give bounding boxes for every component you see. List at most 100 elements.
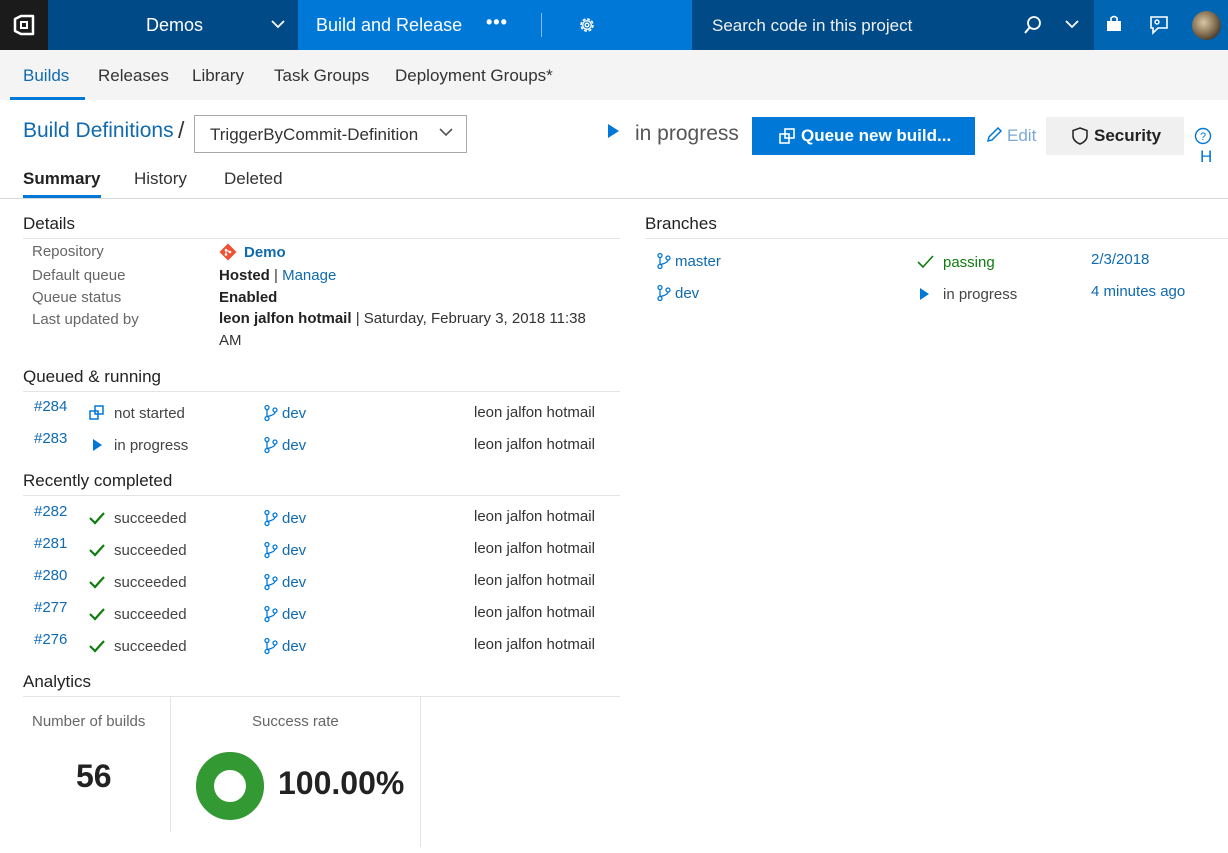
security-button[interactable]: Security (1046, 117, 1184, 155)
branch-build-time-link[interactable]: 2/3/2018 (1091, 251, 1149, 268)
tab-releases[interactable]: Releases (98, 66, 169, 86)
branch-link[interactable]: dev (263, 541, 306, 559)
repository-value: Demo (219, 243, 286, 261)
hub-group: Build and Release ••• (298, 0, 692, 50)
queue-new-build-label: Queue new build... (801, 126, 952, 145)
build-status: succeeded (88, 637, 187, 655)
branch-link[interactable]: dev (263, 605, 306, 623)
search-icon[interactable] (1022, 14, 1044, 36)
search-box[interactable]: Search code in this project (692, 0, 1094, 50)
queued-running-heading: Queued & running (23, 367, 161, 386)
tab-task-groups[interactable]: Task Groups (274, 66, 369, 86)
branch-status-text: passing (943, 253, 995, 271)
feedback-icon[interactable] (1148, 14, 1170, 36)
search-input[interactable]: Search code in this project (712, 16, 912, 36)
tab-deployment-groups[interactable]: Deployment Groups* (395, 66, 553, 86)
build-number-link[interactable]: #282 (34, 503, 67, 520)
requested-by: leon jalfon hotmail (474, 540, 595, 557)
play-icon (608, 124, 619, 138)
branch-icon (264, 404, 278, 422)
build-number-link[interactable]: #277 (34, 599, 67, 616)
build-status-text: in progress (114, 436, 189, 454)
queue-new-build-button[interactable]: Queue new build... (752, 117, 975, 155)
tab-library[interactable]: Library (192, 66, 244, 86)
user-avatar[interactable] (1192, 11, 1221, 40)
success-rate-value: 100.00% (278, 765, 405, 801)
checkmark-icon (89, 512, 105, 525)
build-number-link[interactable]: #281 (34, 535, 67, 552)
repository-link[interactable]: Demo (244, 244, 286, 261)
project-name: Demos (146, 15, 204, 35)
pencil-icon (986, 126, 1003, 143)
default-queue-name: Hosted (219, 267, 270, 284)
build-status-text: succeeded (114, 573, 187, 591)
branch-link[interactable]: dev (263, 509, 306, 527)
checkmark-icon (917, 255, 934, 269)
queue-status-value: Enabled (219, 289, 278, 306)
breadcrumb-build-definitions[interactable]: Build Definitions (23, 119, 174, 143)
queue-build-icon (779, 128, 795, 144)
default-queue-label: Default queue (32, 267, 126, 284)
branch-link[interactable]: dev (263, 404, 306, 422)
branch-status-text: in progress (943, 285, 1018, 303)
divider (170, 697, 171, 832)
build-number-link[interactable]: #276 (34, 631, 67, 648)
branch-name: dev (282, 509, 307, 527)
branches-heading: Branches (645, 214, 717, 233)
build-status-text: in progress (635, 122, 739, 145)
chevron-down-icon (271, 20, 285, 29)
hub-title[interactable]: Build and Release (316, 15, 462, 36)
queue-status-label: Queue status (32, 289, 122, 306)
branch-name: dev (675, 284, 700, 302)
success-rate-label: Success rate (252, 713, 339, 730)
analytics-heading: Analytics (23, 672, 92, 691)
definition-selector[interactable]: TriggerByCommit-Definition (194, 115, 467, 153)
checkmark-icon (89, 608, 105, 621)
branch-status: in progress (916, 285, 1017, 303)
branch-link[interactable]: master (656, 252, 721, 270)
divider (23, 238, 620, 239)
more-menu-button[interactable]: ••• (486, 12, 508, 33)
requested-by: leon jalfon hotmail (474, 508, 595, 525)
default-queue-value: Hosted | Manage (219, 267, 336, 284)
project-selector[interactable]: Demos (48, 0, 298, 50)
build-status: succeeded (88, 541, 187, 559)
help-button[interactable]: ? H (1194, 127, 1228, 167)
build-status: succeeded (88, 509, 187, 527)
recently-completed-heading: Recently completed (23, 471, 173, 490)
divider (645, 238, 1228, 239)
gear-icon[interactable] (577, 15, 597, 35)
tab-history[interactable]: History (134, 169, 187, 189)
top-bar: Demos Build and Release ••• Search code … (0, 0, 1228, 50)
manage-link[interactable]: Manage (282, 267, 336, 284)
branch-icon (657, 252, 671, 270)
chevron-down-icon[interactable] (1064, 18, 1080, 30)
build-status-text: succeeded (114, 509, 187, 527)
branch-build-time-link[interactable]: 4 minutes ago (1091, 283, 1185, 300)
number-of-builds-label: Number of builds (32, 713, 146, 730)
tab-deleted[interactable]: Deleted (224, 169, 283, 189)
build-number-link[interactable]: #284 (34, 398, 67, 415)
divider (541, 13, 542, 37)
chevron-down-icon (439, 128, 453, 137)
last-updated-user: leon jalfon hotmail (219, 310, 352, 327)
donut-success-arc (196, 752, 264, 820)
branch-link[interactable]: dev (263, 436, 306, 454)
branch-link[interactable]: dev (656, 284, 699, 302)
edit-button[interactable]: Edit (985, 126, 1036, 146)
last-updated-value: leon jalfon hotmail | Saturday, February… (219, 308, 614, 352)
branch-link[interactable]: dev (263, 573, 306, 591)
repository-label: Repository (32, 243, 104, 260)
marketplace-bag-icon[interactable] (1104, 14, 1124, 34)
branch-link[interactable]: dev (263, 637, 306, 655)
build-number-link[interactable]: #280 (34, 567, 67, 584)
tab-builds[interactable]: Builds (23, 66, 69, 86)
checkmark-icon (89, 640, 105, 653)
branch-icon (264, 436, 278, 454)
build-status: succeeded (88, 573, 187, 591)
branch-name: dev (282, 573, 307, 591)
build-number-link[interactable]: #283 (34, 430, 67, 447)
vsts-logo[interactable] (0, 0, 48, 50)
play-icon (920, 288, 929, 300)
tab-summary[interactable]: Summary (23, 169, 100, 189)
